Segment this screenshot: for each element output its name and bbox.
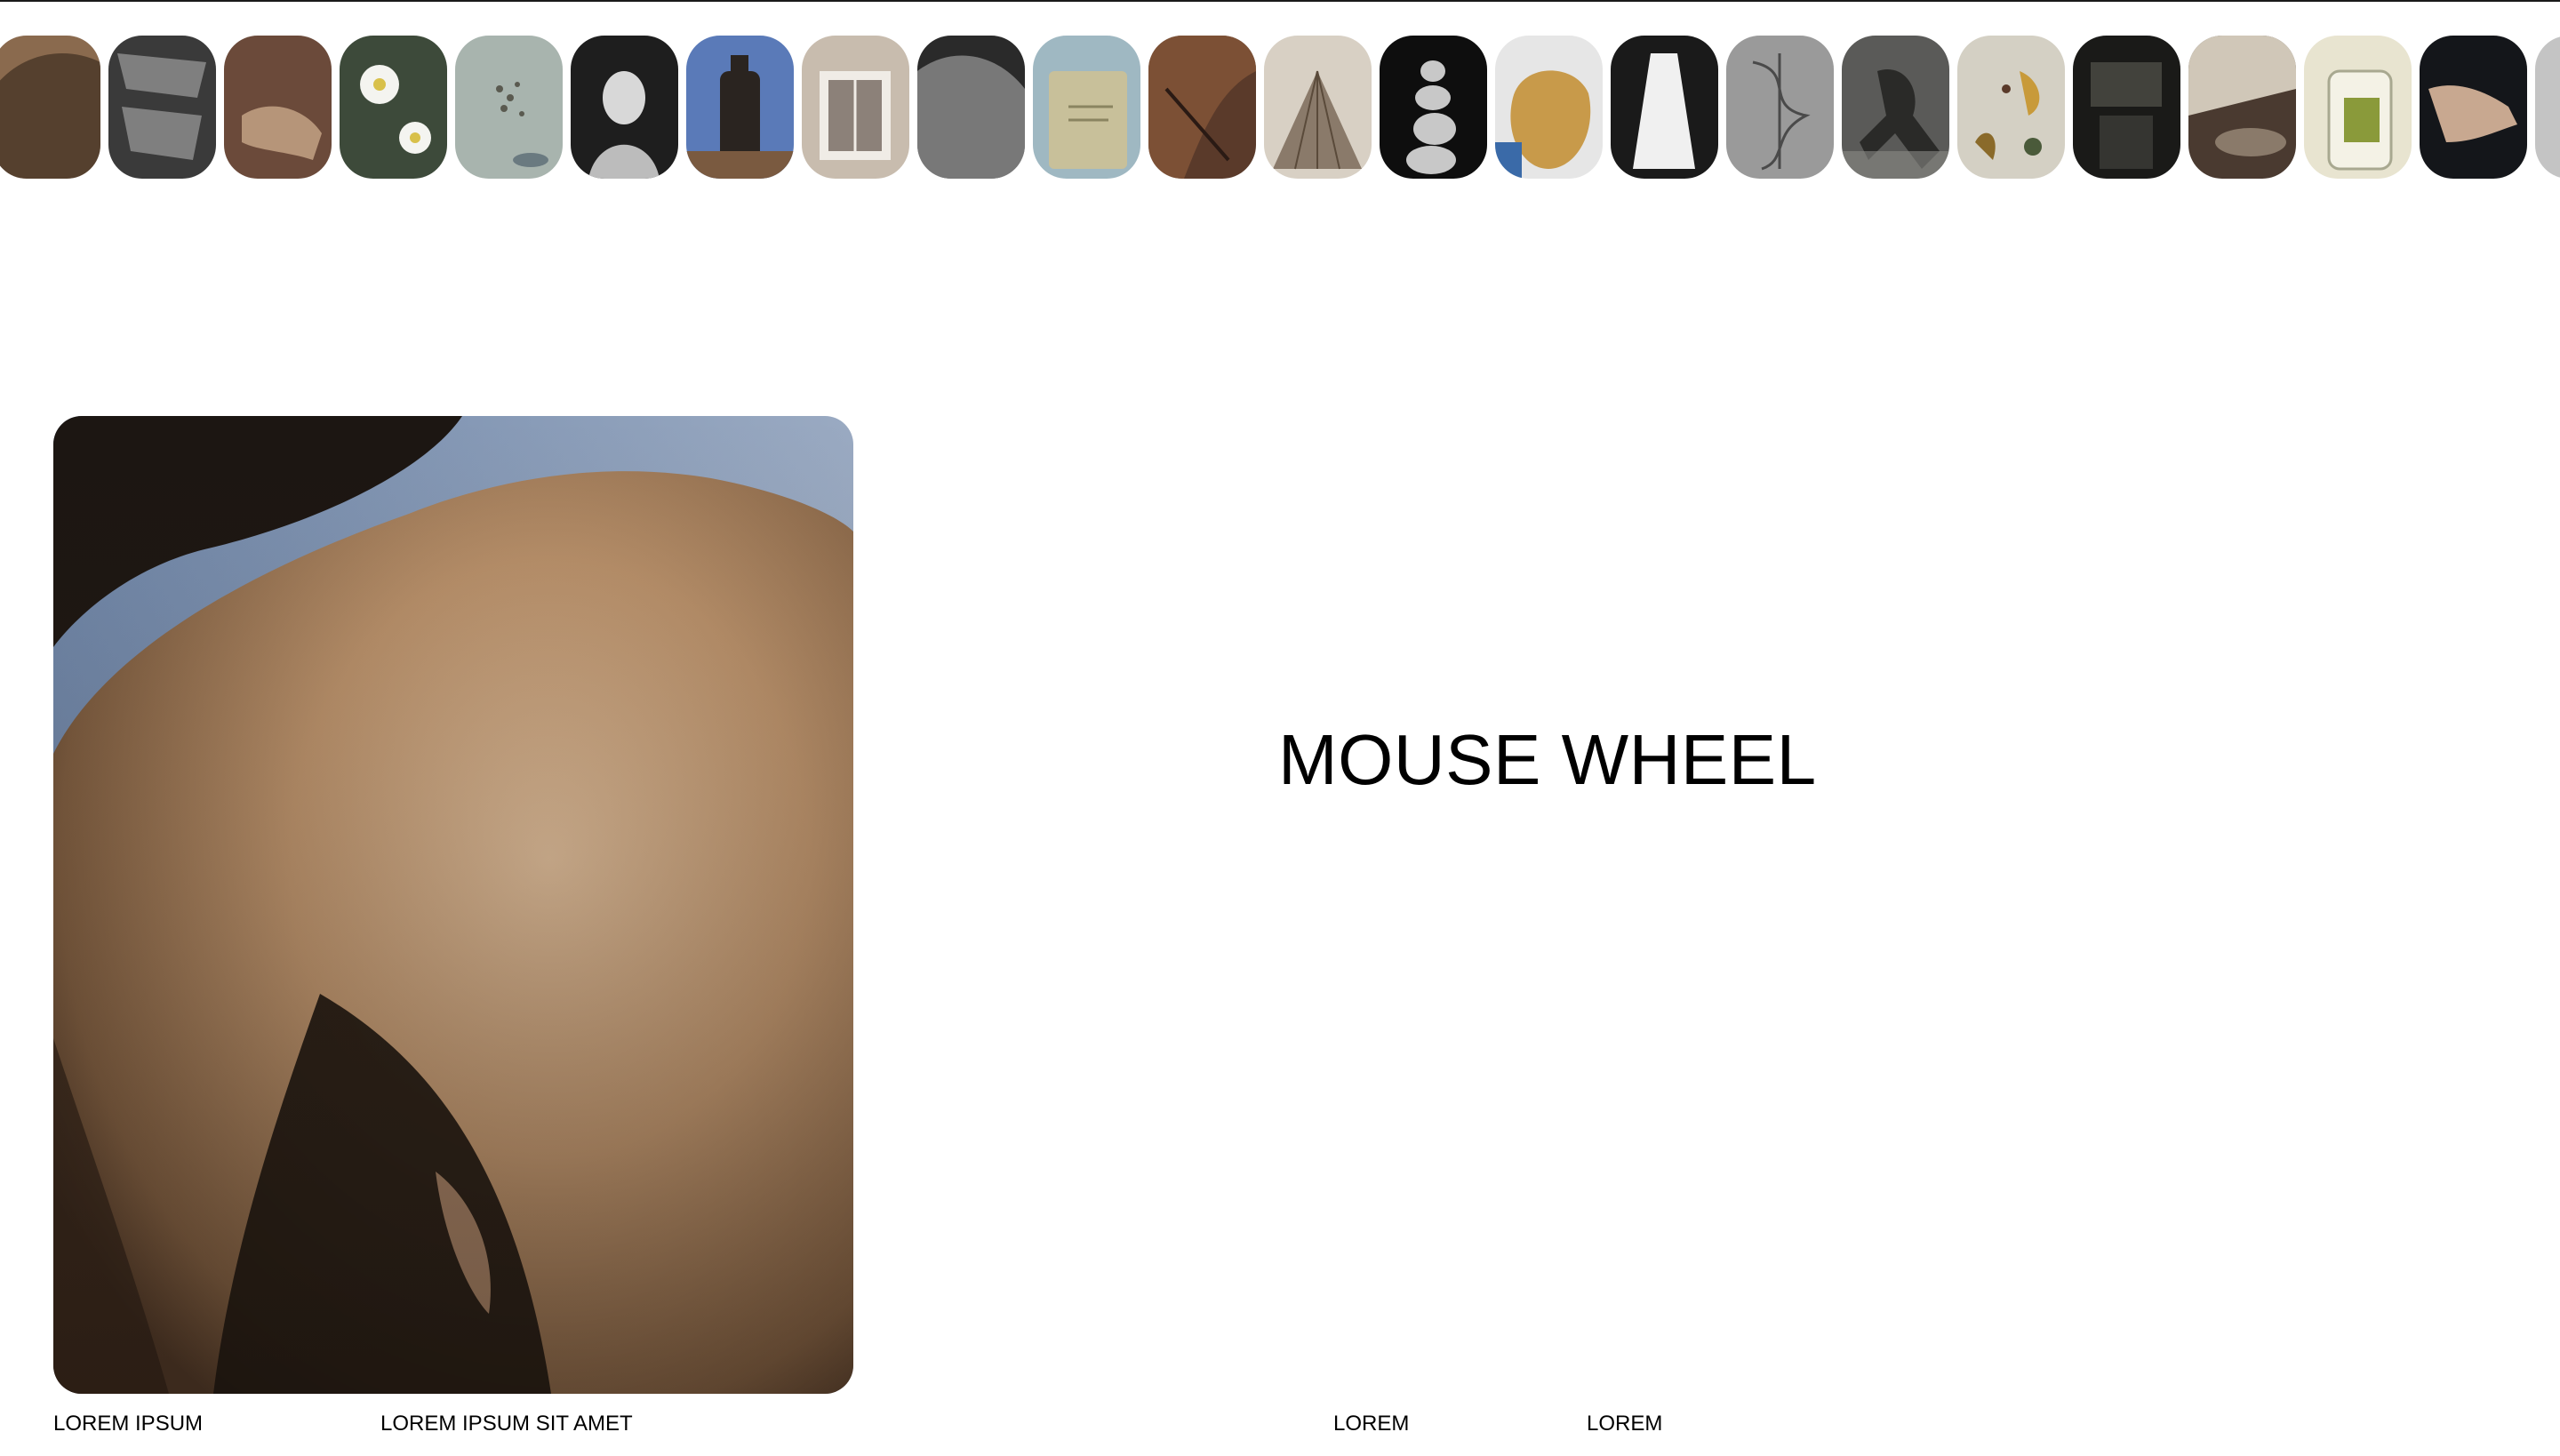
thumb-window[interactable] bbox=[802, 36, 909, 179]
thumb-crouching-figure[interactable] bbox=[1842, 36, 1949, 179]
thumb-shadow-chair[interactable] bbox=[2073, 36, 2180, 179]
caption-4: LOREM bbox=[1587, 1412, 1663, 1436]
thumb-white-dress[interactable] bbox=[1611, 36, 1718, 179]
caption-2: LOREM IPSUM SIT AMET bbox=[380, 1412, 633, 1436]
thumb-crumpled-foil[interactable] bbox=[108, 36, 216, 179]
thumb-linen-shoe[interactable] bbox=[2188, 36, 2296, 179]
thumb-dried-leaves[interactable] bbox=[1957, 36, 2065, 179]
hero-photo-back bbox=[53, 416, 853, 1394]
thumb-back-closeup[interactable] bbox=[0, 36, 100, 179]
thumb-stacked-stones[interactable] bbox=[1380, 36, 1487, 179]
thumb-feet-sandals[interactable] bbox=[224, 36, 332, 179]
thumb-golden-bag[interactable] bbox=[1495, 36, 1603, 179]
thumb-partial[interactable] bbox=[2535, 36, 2560, 179]
caption-1: LOREM IPSUM bbox=[53, 1412, 204, 1436]
thumb-wire-sculpture[interactable] bbox=[1726, 36, 1834, 179]
thumb-horse[interactable] bbox=[1148, 36, 1256, 179]
thumb-bottle[interactable] bbox=[686, 36, 794, 179]
thumb-open-hand[interactable] bbox=[2420, 36, 2527, 179]
thumb-glass-jar[interactable] bbox=[2304, 36, 2412, 179]
top-divider bbox=[0, 0, 2560, 2]
thumb-seeds[interactable] bbox=[455, 36, 563, 179]
thumb-hair-bw[interactable] bbox=[917, 36, 1025, 179]
thumb-pleated-lamp[interactable] bbox=[1264, 36, 1372, 179]
thumb-portrait-bw[interactable] bbox=[571, 36, 678, 179]
thumbnail-carousel[interactable] bbox=[0, 36, 2560, 180]
caption-3: LOREM bbox=[1333, 1412, 1410, 1436]
thumb-daisies[interactable] bbox=[340, 36, 447, 179]
thumb-soap-bar[interactable] bbox=[1033, 36, 1140, 179]
headline-mouse-wheel: MOUSE WHEEL bbox=[1278, 720, 1817, 799]
